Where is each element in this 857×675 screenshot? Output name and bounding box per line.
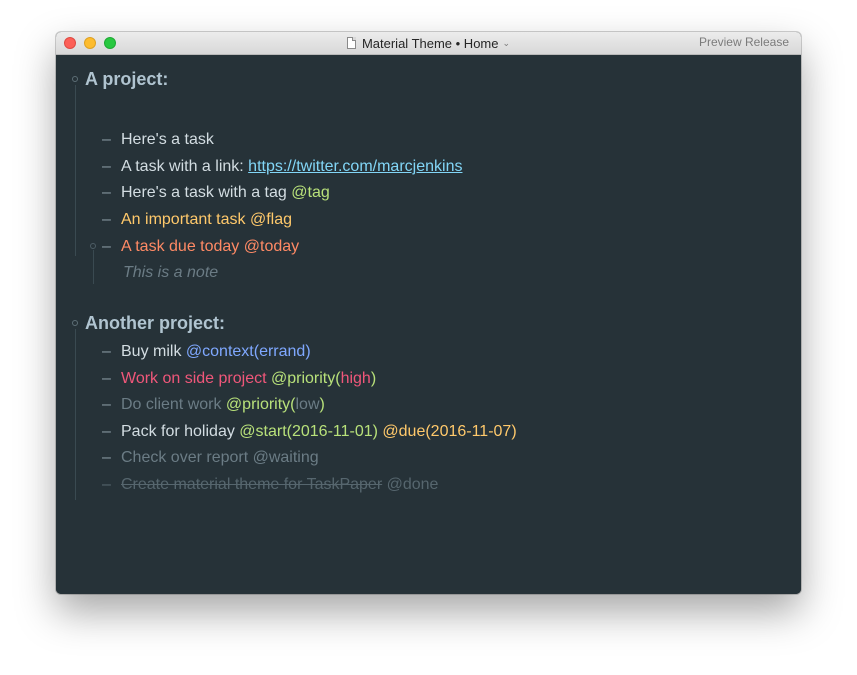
task-row[interactable]: – Check over report @waiting bbox=[56, 446, 756, 470]
editor-content[interactable]: A project: – Here's a task – A task with… bbox=[56, 55, 801, 594]
task-row[interactable]: – Here's a task with a tag @tag bbox=[56, 181, 756, 205]
project-row[interactable]: A project: bbox=[56, 67, 756, 91]
task-text: Work on side project bbox=[121, 370, 271, 387]
task-row[interactable]: – Work on side project @priority(high) bbox=[56, 367, 756, 391]
task-text: A task with a link: bbox=[121, 158, 249, 175]
task-dash: – bbox=[102, 131, 111, 148]
task-tag-suffix: ) bbox=[319, 396, 325, 413]
task-row[interactable]: – Buy milk @context(errand) bbox=[56, 340, 756, 364]
preview-release-badge: Preview Release bbox=[698, 35, 789, 49]
window-title-area[interactable]: Material Theme • Home ⌄ bbox=[56, 32, 801, 54]
task-content: Here's a task with a tag @tag bbox=[121, 181, 330, 205]
task-dash: – bbox=[102, 449, 111, 466]
app-window: Material Theme • Home ⌄ Preview Release … bbox=[56, 32, 801, 594]
window-title: Material Theme • Home bbox=[361, 35, 499, 51]
task-text: Pack for holiday bbox=[121, 423, 240, 440]
task-content: Do client work @priority(low) bbox=[121, 393, 325, 417]
task-dash: – bbox=[102, 343, 111, 360]
task-dash: – bbox=[102, 238, 111, 255]
task-tag[interactable]: @priority( bbox=[226, 396, 296, 413]
task-content: Create material theme for TaskPaper @don… bbox=[121, 473, 438, 497]
task-tag-value: high bbox=[340, 370, 371, 387]
task-row[interactable]: – A task due today @today bbox=[56, 235, 756, 259]
task-text: Do client work bbox=[121, 396, 226, 413]
task-content: A task with a link: https://twitter.com/… bbox=[121, 155, 462, 179]
note-row[interactable]: This is a note bbox=[56, 261, 756, 285]
task-row[interactable]: – Here's a task bbox=[56, 128, 756, 152]
task-tag-start[interactable]: @start(2016-11-01) bbox=[239, 423, 378, 440]
task-tag[interactable]: @done bbox=[382, 476, 439, 493]
document-icon bbox=[346, 37, 356, 49]
chevron-down-icon[interactable]: ⌄ bbox=[502, 38, 510, 49]
task-tag-suffix: ) bbox=[370, 370, 377, 387]
project-title: Another project: bbox=[85, 313, 226, 333]
task-link[interactable]: https://twitter.com/marcjenkins bbox=[248, 158, 462, 175]
task-text-today: A task due today @today bbox=[121, 238, 300, 255]
task-content: Pack for holiday @start(2016-11-01) @due… bbox=[121, 420, 517, 444]
note-text: This is a note bbox=[123, 264, 219, 281]
task-text-done: Create material theme for TaskPaper bbox=[121, 476, 383, 493]
task-tag[interactable]: @tag bbox=[291, 184, 329, 201]
task-dash: – bbox=[102, 184, 111, 201]
task-tag[interactable]: @priority( bbox=[271, 370, 341, 387]
task-row[interactable]: – Create material theme for TaskPaper @d… bbox=[56, 473, 756, 497]
task-content: Work on side project @priority(high) bbox=[121, 367, 376, 391]
task-dash: – bbox=[102, 476, 111, 493]
task-text: Buy milk bbox=[121, 343, 186, 360]
task-row[interactable]: – An important task @flag bbox=[56, 208, 756, 232]
task-text: Here's a task bbox=[121, 131, 214, 148]
task-text-waiting: Check over report @waiting bbox=[121, 449, 319, 466]
task-tag-due-value: 2016-11-07 bbox=[430, 423, 512, 440]
task-dash: – bbox=[102, 423, 111, 440]
task-row[interactable]: – Pack for holiday @start(2016-11-01) @d… bbox=[56, 420, 756, 444]
task-tag[interactable]: @context(errand) bbox=[186, 343, 311, 360]
task-dash: – bbox=[102, 158, 111, 175]
title-bar: Material Theme • Home ⌄ Preview Release bbox=[56, 32, 801, 55]
task-dash: – bbox=[102, 396, 111, 413]
task-row[interactable]: – A task with a link: https://twitter.co… bbox=[56, 155, 756, 179]
task-tag-due[interactable]: @due( bbox=[378, 423, 430, 440]
task-tag-due-suffix: ) bbox=[511, 423, 517, 440]
task-content: Buy milk @context(errand) bbox=[121, 340, 311, 364]
project-title: A project: bbox=[85, 69, 169, 89]
task-tag-value: low bbox=[295, 396, 320, 413]
task-text-flagged: An important task @flag bbox=[121, 211, 292, 228]
project-row[interactable]: Another project: bbox=[56, 311, 756, 335]
task-text: Here's a task with a tag bbox=[121, 184, 292, 201]
task-dash: – bbox=[102, 370, 111, 387]
task-dash: – bbox=[102, 211, 111, 228]
task-row[interactable]: – Do client work @priority(low) bbox=[56, 393, 756, 417]
